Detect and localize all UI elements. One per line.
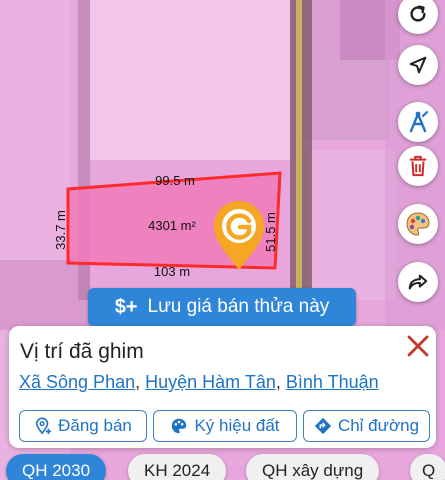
- address-separator: ,: [135, 372, 146, 392]
- card-title: Vị trí đã ghim: [20, 340, 144, 363]
- save-price-button[interactable]: $+ Lưu giá bán thửa này: [88, 288, 356, 326]
- edge-length-right: 51.5 m: [263, 212, 278, 252]
- measure-icon: [409, 111, 428, 133]
- dollar-plus-icon: $+: [114, 295, 138, 318]
- pinned-location-card: Vị trí đã ghim Xã Sông Phan, Huyện Hàm T…: [9, 326, 436, 448]
- edge-length-left: 33.7 m: [53, 210, 68, 250]
- land-symbol-button[interactable]: Ký hiệu đất: [153, 410, 297, 442]
- directions-button[interactable]: Chỉ đường: [303, 410, 430, 442]
- land-plot: [90, 0, 290, 160]
- directions-label: Chỉ đường: [337, 416, 420, 435]
- measure-button[interactable]: [398, 102, 438, 142]
- chip-qh-xay-dung[interactable]: QH xây dựng: [246, 454, 380, 480]
- refresh-icon: [410, 5, 426, 22]
- close-icon[interactable]: [404, 332, 432, 360]
- directions-icon: [314, 417, 332, 435]
- land-plot: [310, 150, 395, 300]
- save-price-label: Lưu giá bán thửa này: [147, 296, 330, 317]
- delete-button[interactable]: [398, 146, 438, 186]
- land-plot: [0, 260, 90, 330]
- share-icon: [408, 274, 428, 290]
- chip-more[interactable]: Q: [410, 454, 445, 480]
- location-add-icon: [36, 417, 52, 435]
- sell-listing-label: Đăng bán: [58, 416, 132, 435]
- parcel-area: 4301 m²: [148, 218, 196, 233]
- land-color-button[interactable]: [398, 204, 438, 244]
- palette-icon: [172, 418, 187, 434]
- palette-icon: [406, 212, 430, 236]
- share-button[interactable]: [398, 262, 438, 302]
- trash-icon: [409, 155, 427, 177]
- chip-qh-2030[interactable]: QH 2030: [6, 454, 107, 480]
- address-commune-link[interactable]: Xã Sông Phan: [19, 372, 135, 392]
- address-district-link[interactable]: Huyện Hàm Tân: [145, 372, 276, 392]
- address-separator: ,: [275, 372, 286, 392]
- edge-length-top: 99.5 m: [155, 173, 195, 188]
- chip-kh-2024[interactable]: KH 2024: [128, 454, 227, 480]
- sell-listing-button[interactable]: Đăng bán: [19, 410, 147, 442]
- address-province-link[interactable]: Bình Thuận: [286, 372, 379, 392]
- road-line: [296, 0, 302, 300]
- location-arrow-icon: [409, 56, 427, 74]
- address-line: Xã Sông Phan, Huyện Hàm Tân, Bình Thuận: [19, 372, 379, 393]
- my-location-button[interactable]: [398, 45, 438, 85]
- land-symbol-label: Ký hiệu đất: [194, 416, 280, 435]
- edge-length-bottom: 103 m: [154, 264, 190, 279]
